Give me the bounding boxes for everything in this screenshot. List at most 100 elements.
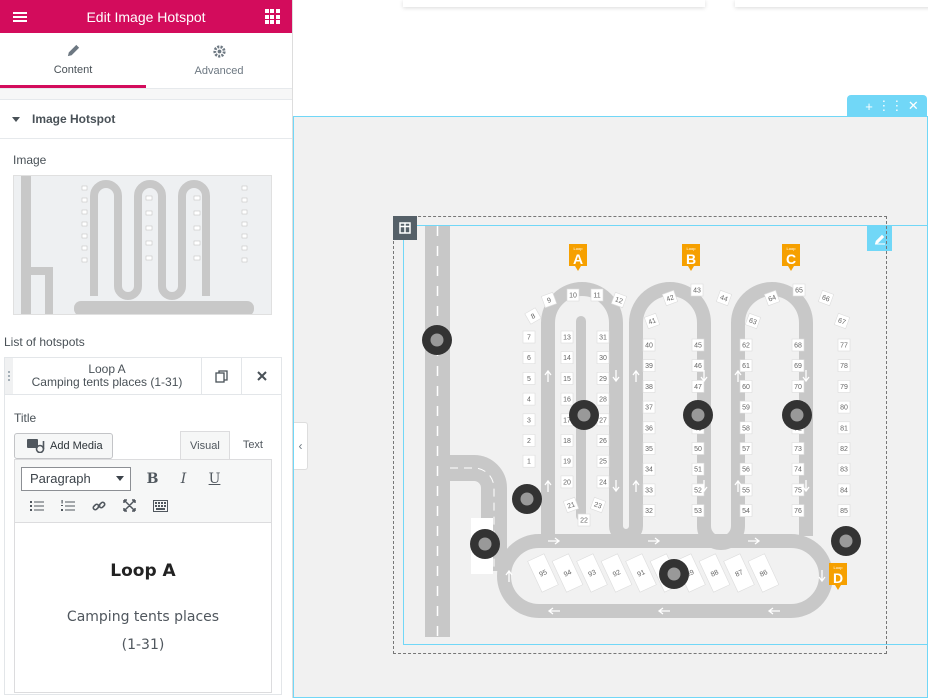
tab-text[interactable]: Text [234,431,272,459]
campsite-number: 77 [840,343,848,350]
toolbar-toggle-button[interactable] [145,493,176,519]
pencil-icon [67,44,79,56]
campsite-spot: 85 [837,504,851,517]
campsite-spot: 65 [792,283,806,297]
drag-handle-icon[interactable] [5,358,13,394]
hotspot-item-title[interactable]: Loop A Camping tents places (1-31) [13,358,201,394]
campsite-spot: 91 [625,553,657,593]
campsite-spot: 75 [791,483,805,497]
campsite-number: 47 [694,384,702,391]
campsite-number: 75 [794,487,802,494]
campsite-spot: 52 [691,483,705,497]
campsite-spot: 39 [642,359,656,372]
remove-button[interactable] [241,358,281,394]
campsite-number: 15 [563,376,571,383]
duplicate-button[interactable] [201,358,241,394]
preview-canvas: + ⋮⋮ ✕ ‹ Loop A Loop B Loop C Loop D 7 6… [293,0,928,698]
campsite-number: 40 [645,343,653,350]
widgets-grid-icon[interactable] [262,7,282,27]
campsite-number: 28 [599,397,607,404]
campsite-spot: 69 [791,359,805,372]
campsite-number: 10 [569,293,577,300]
campsite-number: 85 [840,508,848,515]
format-select[interactable]: Paragraph [21,466,131,491]
campsite-number: 34 [645,467,653,474]
hotspot-marker[interactable] [782,400,812,430]
editor-line1: Camping tents places [66,609,220,625]
underline-button[interactable]: U [199,466,230,492]
section-toggle[interactable]: Image Hotspot [0,99,292,139]
italic-button[interactable]: I [168,466,199,492]
campsite-spot: 47 [691,380,705,393]
tab-content[interactable]: Content [0,33,146,88]
link-button[interactable] [83,493,114,519]
section-handle: + ⋮⋮ ✕ [847,95,927,117]
campsite-number: 16 [563,397,571,404]
campsite-spot: 73 [791,442,805,455]
fullscreen-icon [123,499,136,512]
panel-collapse-button[interactable]: ‹ [294,422,308,470]
section-drag-icon[interactable]: ⋮⋮ [877,98,903,114]
numbered-list-button[interactable] [52,493,83,519]
campsite-spot: 24 [596,475,610,489]
campsite-spot: 58 [739,421,753,435]
campsite-spot: 28 [596,392,610,406]
add-media-button[interactable]: Add Media [14,433,113,459]
hotspot-marker[interactable] [512,484,542,514]
hotspot-marker[interactable] [831,526,861,556]
campsite-number: 45 [694,343,702,350]
rich-text-editor[interactable]: Loop A Camping tents places (1-31) [14,523,272,693]
campsite-number: 79 [840,384,848,391]
campsite-spot: 83 [837,462,851,476]
campsite-number: 51 [694,467,702,474]
campsite-spot: 18 [560,434,574,447]
campsite-spot: 31 [596,330,610,344]
add-icon[interactable]: + [865,99,873,114]
campsite-spot: 10 [566,288,580,302]
campground-map: LoopALoopBLoopCLoopD 7654321131415161718… [422,226,861,637]
campsite-number: 68 [794,343,802,350]
campsite-spot: 61 [739,359,753,372]
hotspot-marker[interactable] [569,400,599,430]
campsite-number: 13 [563,335,571,342]
bold-button[interactable]: B [137,466,168,492]
link-icon [91,500,106,511]
campsite-spot: 54 [739,504,753,517]
campsite-number: 81 [840,425,848,432]
editor-panel: Edit Image Hotspot Content Advanced Imag… [0,0,293,698]
campsite-number: 43 [693,288,701,295]
campsite-spot: 79 [837,380,851,393]
hotspot-marker[interactable] [659,559,689,589]
campsite-number: 78 [840,363,848,370]
campsite-spot: 88 [698,553,731,593]
image-picker[interactable] [13,175,272,315]
tab-visual[interactable]: Visual [180,431,230,459]
tab-advanced[interactable]: Advanced [146,33,292,88]
bullet-list-button[interactable] [21,493,52,519]
hotspot-marker[interactable] [470,529,500,559]
close-icon[interactable]: ✕ [908,98,919,114]
campsite-spot: 6 [522,351,536,364]
campsite-spot: 4 [522,392,536,406]
hotspot-marker[interactable] [422,325,452,355]
fullscreen-button[interactable] [114,493,145,519]
campsite-spot: 68 [791,338,805,352]
campsite-number: 69 [794,363,802,370]
campsite-spot: 32 [642,504,656,517]
preview-card [735,0,928,7]
campsite-spot: 62 [739,338,753,352]
panel-tabs: Content Advanced [0,33,292,89]
campsite-number: 3 [527,417,531,424]
campsite-spot: 13 [560,330,574,344]
hotspot-marker[interactable] [683,400,713,430]
campsite-spot: 81 [837,421,851,435]
menu-icon[interactable] [10,7,30,27]
loop-badge-b: LoopB [682,244,700,271]
campsite-spot: 94 [551,553,584,593]
campsite-spot: 11 [590,288,604,302]
campsite-spot: 60 [739,380,753,393]
campsite-number: 11 [593,293,600,300]
campsite-number: 54 [742,508,750,515]
campsite-number: 24 [599,479,607,486]
campsite-number: 83 [840,467,848,474]
